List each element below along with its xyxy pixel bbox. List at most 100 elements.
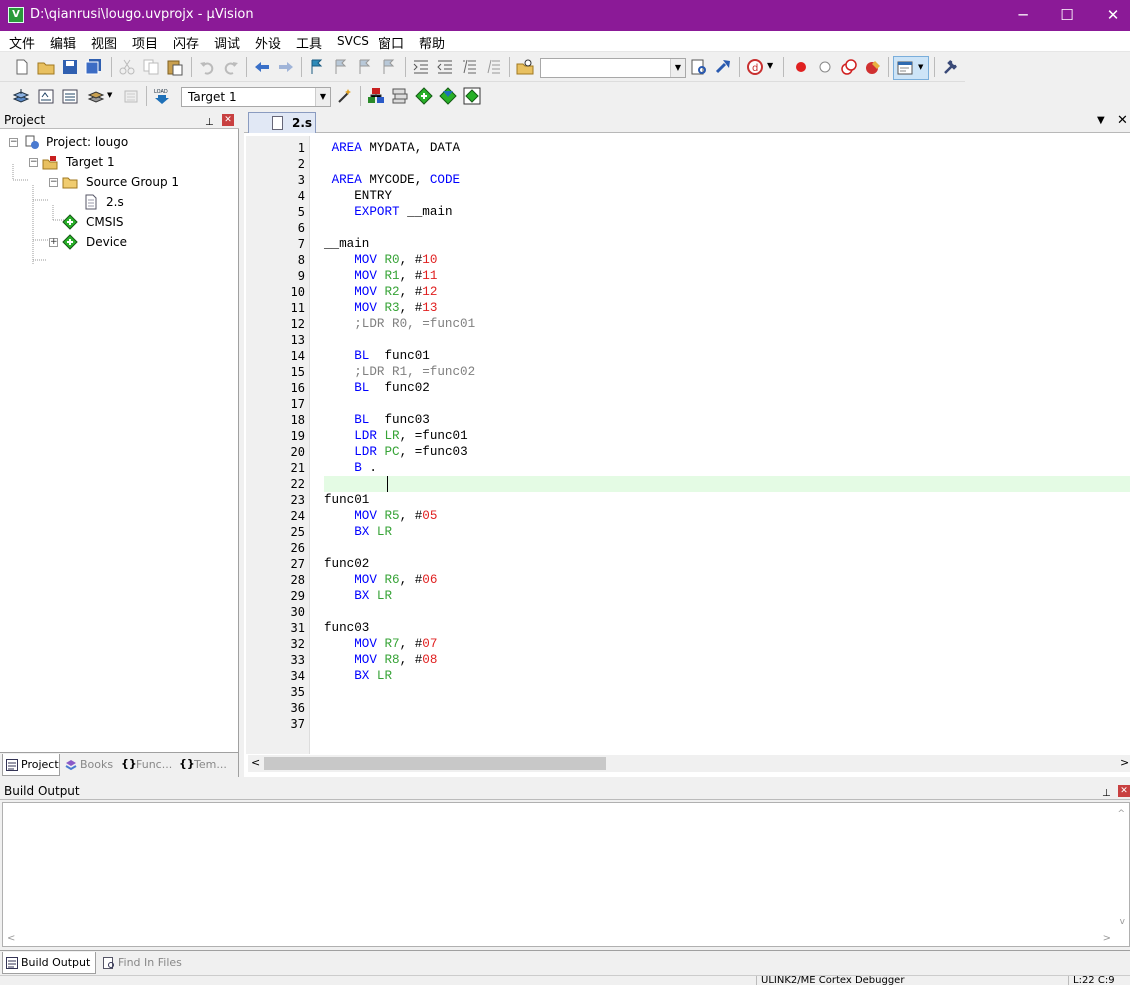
expand-device-icon[interactable]: + xyxy=(49,238,58,247)
next-bookmark-icon[interactable] xyxy=(356,58,374,76)
code-line[interactable]: ENTRY xyxy=(324,188,1130,204)
tab-functions[interactable]: {} Func... xyxy=(118,754,174,776)
code-line[interactable]: B . xyxy=(324,460,1130,476)
copy-icon[interactable] xyxy=(142,58,160,76)
select-packs-icon[interactable] xyxy=(391,87,409,105)
tab-2s[interactable]: 2.s xyxy=(248,112,316,133)
pack-installer-icon[interactable] xyxy=(439,87,457,105)
scroll-left-icon[interactable]: < xyxy=(251,756,260,769)
tab-books[interactable]: Books xyxy=(62,754,116,776)
navigate-back-icon[interactable] xyxy=(253,58,271,76)
code-line[interactable] xyxy=(324,684,1130,700)
code-line[interactable]: EXPORT __main xyxy=(324,204,1130,220)
close-editor-icon[interactable]: ✕ xyxy=(1117,113,1128,128)
code-line[interactable]: BL func02 xyxy=(324,380,1130,396)
code-line[interactable]: MOV R3, #13 xyxy=(324,300,1130,316)
pack-manager-icon[interactable] xyxy=(463,87,481,105)
scroll-down-icon[interactable]: v xyxy=(1120,917,1125,927)
disable-all-breakpoints-icon[interactable] xyxy=(840,58,858,76)
menu-help[interactable]: 帮助 xyxy=(419,33,445,52)
target-select[interactable]: Target 1 ▼ xyxy=(181,87,331,107)
collapse-project-icon[interactable]: − xyxy=(9,138,18,147)
code-line[interactable]: BL func01 xyxy=(324,348,1130,364)
maximize-button[interactable]: ☐ xyxy=(1044,0,1090,31)
code-line[interactable]: BX LR xyxy=(324,588,1130,604)
batch-build-icon[interactable] xyxy=(87,87,105,105)
code-line[interactable] xyxy=(324,604,1130,620)
tab-list-dropdown-icon[interactable]: ▼ xyxy=(1097,115,1105,126)
menu-tools[interactable]: 工具 xyxy=(296,33,322,52)
scroll-up-icon[interactable]: ^ xyxy=(1117,809,1125,819)
code-line[interactable] xyxy=(324,332,1130,348)
clear-bookmarks-icon[interactable] xyxy=(380,58,398,76)
bookmark-icon[interactable] xyxy=(308,58,326,76)
code-line[interactable] xyxy=(324,716,1130,732)
uncomment-icon[interactable] xyxy=(484,58,502,76)
menu-file[interactable]: 文件 xyxy=(9,33,35,52)
scroll-right-icon[interactable]: > xyxy=(1103,933,1111,944)
incremental-find-icon[interactable] xyxy=(690,58,708,76)
tab-find-in-files[interactable]: Find In Files xyxy=(100,952,188,974)
code-line[interactable]: MOV R5, #05 xyxy=(324,508,1130,524)
code-line[interactable]: MOV R0, #10 xyxy=(324,252,1130,268)
code-line[interactable] xyxy=(324,396,1130,412)
configure-wrench-icon[interactable] xyxy=(941,58,959,76)
code-line[interactable]: func03 xyxy=(324,620,1130,636)
code-line[interactable]: BL func03 xyxy=(324,412,1130,428)
build-icon[interactable] xyxy=(37,87,55,105)
code-line[interactable] xyxy=(324,700,1130,716)
chevron-down-icon[interactable]: ▼ xyxy=(670,59,685,77)
find-replace-icon[interactable] xyxy=(714,58,732,76)
code-line[interactable]: LDR LR, =func01 xyxy=(324,428,1130,444)
download-load-icon[interactable]: LOAD xyxy=(153,87,171,105)
code-line[interactable]: ;LDR R1, =func02 xyxy=(324,364,1130,380)
menu-debug[interactable]: 调试 xyxy=(214,33,240,52)
scroll-left-icon[interactable]: < xyxy=(7,933,15,944)
window-layout-button[interactable]: ▼ xyxy=(893,56,929,80)
code-line[interactable] xyxy=(324,476,1130,492)
debug-start-icon[interactable]: d xyxy=(746,58,764,76)
save-all-icon[interactable] xyxy=(85,58,103,76)
code-line[interactable]: ;LDR R0, =func01 xyxy=(324,316,1130,332)
comment-icon[interactable] xyxy=(460,58,478,76)
navigate-forward-icon[interactable] xyxy=(277,58,295,76)
unindent-icon[interactable] xyxy=(436,58,454,76)
minimize-button[interactable]: ─ xyxy=(1000,0,1046,31)
scrollbar-thumb[interactable] xyxy=(264,757,606,770)
code-line[interactable] xyxy=(324,220,1130,236)
pin-icon[interactable]: ⊥ xyxy=(1102,785,1111,803)
code-line[interactable]: MOV R8, #08 xyxy=(324,652,1130,668)
rebuild-icon[interactable] xyxy=(61,87,79,105)
save-icon[interactable] xyxy=(61,58,79,76)
horizontal-scrollbar[interactable]: < > xyxy=(248,755,1130,772)
menu-view[interactable]: 视图 xyxy=(91,33,117,52)
code-line[interactable]: __main xyxy=(324,236,1130,252)
stop-build-icon[interactable] xyxy=(122,87,140,105)
code-line[interactable]: func01 xyxy=(324,492,1130,508)
code-line[interactable]: AREA MYDATA, DATA xyxy=(324,140,1130,156)
translate-icon[interactable] xyxy=(12,87,30,105)
code-line[interactable]: MOV R6, #06 xyxy=(324,572,1130,588)
code-line[interactable]: BX LR xyxy=(324,668,1130,684)
tab-project[interactable]: Project xyxy=(2,754,60,776)
prev-bookmark-icon[interactable] xyxy=(332,58,350,76)
menu-project[interactable]: 项目 xyxy=(132,33,158,52)
menu-flash[interactable]: 闪存 xyxy=(173,33,199,52)
collapse-group-icon[interactable]: − xyxy=(49,178,58,187)
find-in-files-icon[interactable] xyxy=(516,58,534,76)
indent-icon[interactable] xyxy=(412,58,430,76)
menu-peripherals[interactable]: 外设 xyxy=(255,33,281,52)
menu-edit[interactable]: 编辑 xyxy=(50,33,76,52)
paste-icon[interactable] xyxy=(166,58,184,76)
target-options-magic-wand-icon[interactable] xyxy=(336,87,354,105)
code-line[interactable] xyxy=(324,540,1130,556)
breakpoint-icon[interactable] xyxy=(792,58,810,76)
find-combobox[interactable]: ▼ xyxy=(540,58,686,78)
open-folder-icon[interactable] xyxy=(37,58,55,76)
cut-icon[interactable] xyxy=(118,58,136,76)
manage-rte-icon[interactable] xyxy=(415,87,433,105)
chevron-down-icon[interactable]: ▼ xyxy=(315,88,330,106)
tab-build-output[interactable]: Build Output xyxy=(2,952,96,974)
tab-templates[interactable]: {} Tem... xyxy=(176,754,232,776)
undo-icon[interactable] xyxy=(198,58,216,76)
